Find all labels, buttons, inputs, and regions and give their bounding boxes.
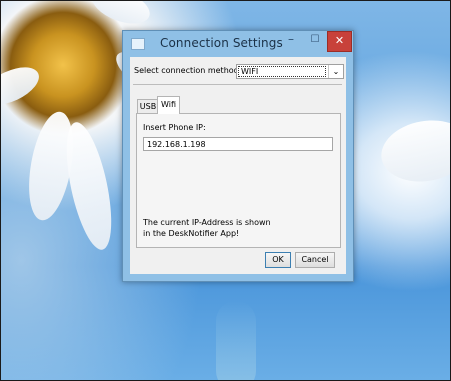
flower-petal bbox=[376, 113, 450, 189]
cancel-button[interactable]: Cancel bbox=[295, 252, 335, 268]
desktop-background: Connection Settings – ☐ ✕ Select connect… bbox=[0, 0, 451, 381]
app-icon bbox=[131, 38, 145, 50]
tab-wifi[interactable]: Wifi bbox=[157, 96, 180, 114]
connection-settings-window: Connection Settings – ☐ ✕ Select connect… bbox=[122, 30, 354, 282]
flower-stem bbox=[216, 301, 256, 380]
connection-method-value: WIFI bbox=[238, 66, 326, 77]
phone-ip-label: Insert Phone IP: bbox=[143, 123, 206, 132]
info-text-line: in the DeskNotifier App! bbox=[143, 229, 240, 238]
connection-method-label: Select connection method: bbox=[134, 66, 242, 75]
ok-button[interactable]: OK bbox=[265, 252, 291, 268]
flower-petal bbox=[57, 118, 121, 254]
connection-method-select[interactable]: WIFI ⌄ bbox=[236, 64, 344, 79]
info-text: The current IP-Address is shown in the D… bbox=[143, 217, 323, 239]
info-text-line: The current IP-Address is shown bbox=[143, 218, 271, 227]
chevron-down-icon[interactable]: ⌄ bbox=[328, 65, 343, 78]
maximize-button[interactable]: ☐ bbox=[303, 31, 327, 50]
minimize-button[interactable]: – bbox=[279, 31, 303, 50]
tab-usb[interactable]: USB bbox=[137, 99, 159, 114]
dialog-body: Select connection method: WIFI ⌄ USB Wif… bbox=[130, 57, 346, 274]
close-button[interactable]: ✕ bbox=[327, 31, 352, 52]
title-bar[interactable]: Connection Settings – ☐ ✕ bbox=[123, 31, 353, 57]
divider bbox=[133, 84, 342, 85]
flower-petal bbox=[1, 59, 45, 113]
flower-petal bbox=[87, 1, 155, 31]
phone-ip-input[interactable]: 192.168.1.198 bbox=[143, 137, 333, 151]
window-title: Connection Settings bbox=[160, 36, 283, 50]
